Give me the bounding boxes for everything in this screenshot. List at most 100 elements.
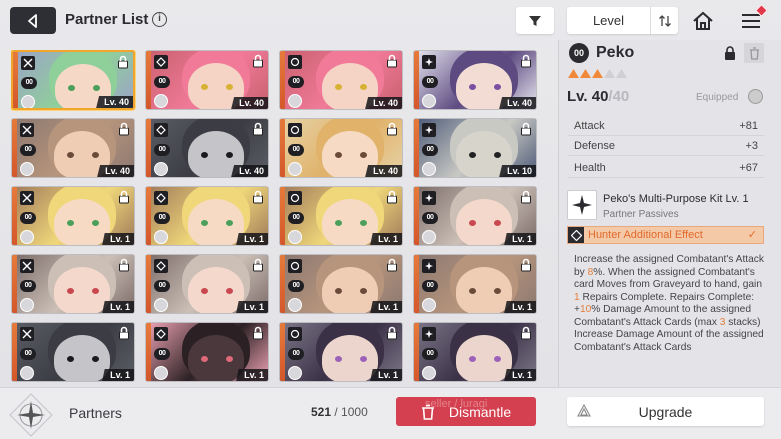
portrait-eye (469, 356, 476, 362)
portrait-face (322, 267, 378, 313)
lock-icon[interactable] (252, 122, 264, 136)
back-button[interactable] (10, 7, 56, 34)
back-arrow-icon (28, 13, 37, 28)
kit-icon-box[interactable] (567, 190, 597, 220)
stat-attack: Attack +81 (568, 117, 764, 136)
rarity-stripe (146, 187, 151, 245)
rarity-stripe (12, 119, 17, 177)
portrait-eye (360, 288, 367, 294)
lock-icon[interactable] (117, 55, 129, 69)
partner-card[interactable]: 00 Lv. 40 (413, 50, 537, 110)
partner-card[interactable]: 00 Lv. 1 (11, 186, 135, 246)
portrait-face (456, 267, 512, 313)
delete-button[interactable] (744, 43, 764, 63)
equipped-avatar (288, 162, 302, 176)
hunter-effect-tab[interactable]: Hunter Additional Effect ✓ (567, 226, 764, 244)
card-level: Lv. 1 (102, 369, 134, 381)
equipped-avatar (422, 366, 436, 380)
rarity-stripe (280, 119, 285, 177)
lock-icon[interactable] (520, 326, 532, 340)
lock-icon[interactable] (118, 326, 130, 340)
role-icon (21, 56, 35, 70)
filter-button[interactable] (516, 7, 554, 34)
lock-icon[interactable] (118, 258, 130, 272)
partner-card[interactable]: 00 Lv. 1 (145, 254, 269, 314)
partner-card[interactable]: 00 Lv. 1 (413, 254, 537, 314)
portrait-eye (67, 356, 74, 362)
rarity-star (592, 69, 603, 78)
equipped-avatar[interactable] (748, 89, 763, 104)
partner-card[interactable]: 00 Lv. 40 (279, 50, 403, 110)
role-icon (154, 55, 168, 69)
partner-card[interactable]: 00 Lv. 40 (11, 118, 135, 178)
equipped-avatar (422, 94, 436, 108)
partner-card[interactable]: 00 Lv. 1 (413, 322, 537, 382)
partner-card[interactable]: 00 Lv. 1 (279, 254, 403, 314)
lock-icon[interactable] (520, 54, 532, 68)
partner-card[interactable]: 00 Lv. 1 (11, 322, 135, 382)
lock-icon[interactable] (386, 122, 398, 136)
rank-badge: 00 (288, 144, 304, 156)
portrait-eye (494, 220, 501, 226)
partner-card[interactable]: 00 Lv. 1 (11, 254, 135, 314)
portrait-eye (67, 220, 74, 226)
partner-card[interactable]: 00 Lv. 1 (279, 186, 403, 246)
lock-icon[interactable] (386, 258, 398, 272)
lock-icon[interactable] (386, 54, 398, 68)
partner-card[interactable]: 00 Lv. 1 (145, 186, 269, 246)
lock-icon[interactable] (118, 122, 130, 136)
role-icon (20, 191, 34, 205)
info-icon[interactable]: i (152, 12, 167, 27)
lock-icon[interactable] (520, 190, 532, 204)
portrait-eye (226, 84, 233, 90)
equipped-avatar (422, 298, 436, 312)
rank-badge: 00 (21, 77, 37, 89)
partners-label: Partners (69, 405, 122, 421)
partner-card[interactable]: 00 Lv. 40 (279, 118, 403, 178)
portrait-face (322, 199, 378, 245)
stat-defense: Defense +3 (568, 137, 764, 156)
card-level: Lv. 1 (102, 233, 134, 245)
sort-order-toggle[interactable] (650, 7, 678, 34)
lock-icon[interactable] (520, 122, 532, 136)
sort-select[interactable]: Level (567, 7, 678, 34)
partner-card[interactable]: 00 Lv. 10 (413, 118, 537, 178)
rarity-stripe (146, 119, 151, 177)
portrait-eye (68, 85, 75, 91)
rank-badge: 00 (288, 76, 304, 88)
rarity-stripe (146, 255, 151, 313)
lock-button[interactable] (721, 44, 739, 62)
lock-icon[interactable] (386, 190, 398, 204)
partners-emblem-icon (9, 393, 53, 437)
lock-icon[interactable] (252, 326, 264, 340)
partner-card[interactable]: 00 Lv. 40 (145, 118, 269, 178)
partner-card[interactable]: 00 Lv. 40 (145, 50, 269, 110)
rarity-stripe (12, 255, 17, 313)
card-level: Lv. 1 (370, 369, 402, 381)
lock-icon[interactable] (520, 258, 532, 272)
role-icon (20, 123, 34, 137)
lock-icon[interactable] (252, 258, 264, 272)
partner-card[interactable]: 00 Lv. 1 (279, 322, 403, 382)
upgrade-button[interactable]: Upgrade (567, 397, 764, 426)
partner-card[interactable]: 00 Lv. 40 (11, 50, 135, 110)
rarity-stripe (414, 51, 419, 109)
portrait-eye (201, 152, 208, 158)
partner-card[interactable]: 00 Lv. 1 (413, 186, 537, 246)
equipped-avatar (422, 162, 436, 176)
lock-icon[interactable] (118, 190, 130, 204)
effect-description: Increase the assigned Combatant's Attack… (574, 254, 768, 382)
portrait-eye (469, 220, 476, 226)
home-button[interactable] (690, 8, 716, 34)
portrait-face (54, 335, 110, 381)
lock-icon[interactable] (386, 326, 398, 340)
card-level: Lv. 40 (365, 165, 402, 177)
partner-grid: 00 Lv. 40 00 Lv. 40 00 Lv. 40 00 Lv. 40 00 Lv. 40… (11, 50, 551, 384)
lock-icon[interactable] (252, 190, 264, 204)
equipped-avatar (154, 366, 168, 380)
lock-icon[interactable] (252, 54, 264, 68)
partner-card[interactable]: 00 Lv. 1 (145, 322, 269, 382)
equipped-avatar (20, 230, 34, 244)
equipped-avatar (20, 298, 34, 312)
rarity-star (568, 69, 579, 78)
